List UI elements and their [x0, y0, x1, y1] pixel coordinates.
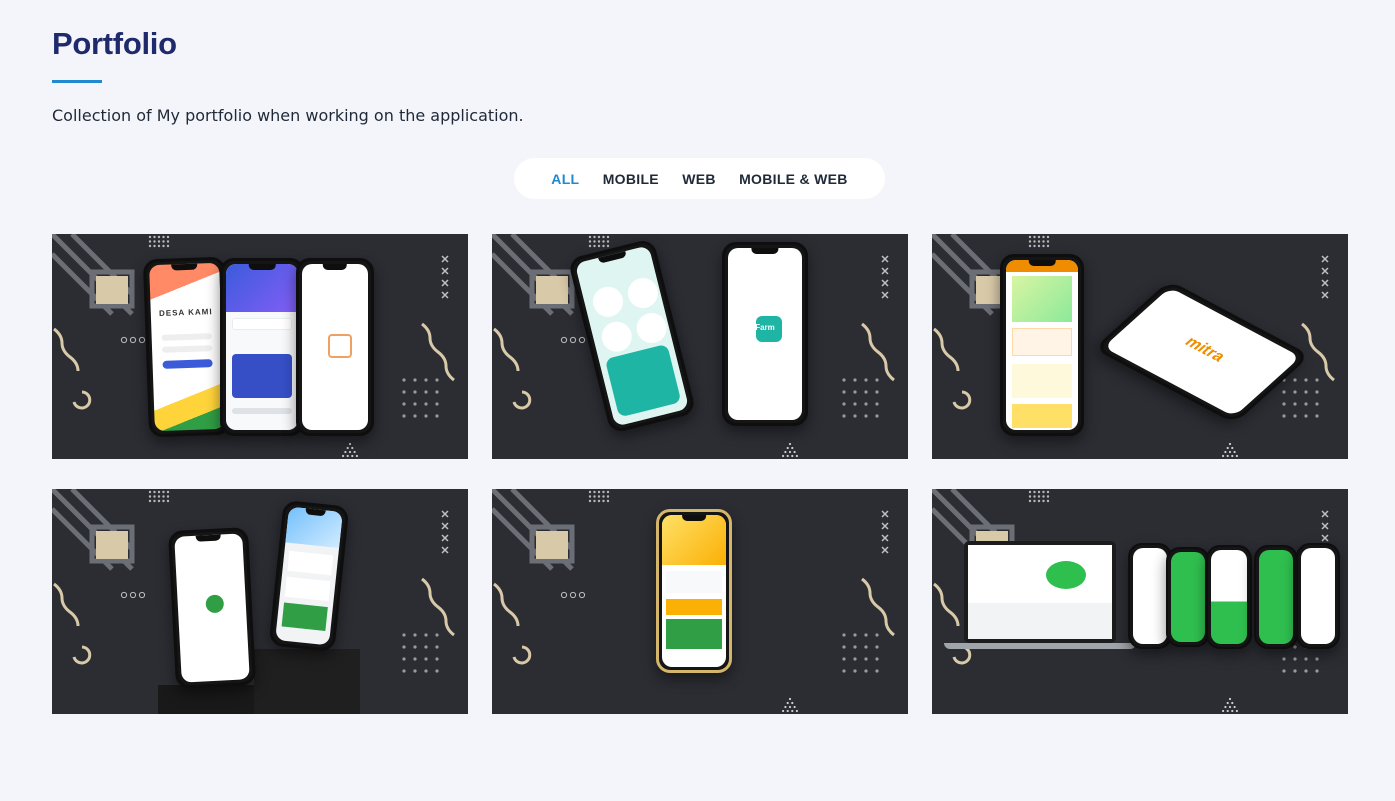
filter-tab-mobile[interactable]: MOBILE — [603, 171, 659, 187]
phone-mockup — [296, 258, 374, 436]
filter-tab-web[interactable]: WEB — [682, 171, 716, 187]
app-name: DESA KAMI — [158, 307, 213, 318]
portfolio-grid: DESA KAMI Farm mitra — [52, 234, 1348, 714]
phone-mockup — [1166, 547, 1210, 647]
phone-mockup — [220, 258, 304, 436]
page-title: Portfolio — [52, 26, 177, 61]
phone-mockup: Farm — [722, 242, 808, 426]
app-name: Farm — [755, 323, 775, 332]
phone-mockup — [167, 527, 257, 689]
portfolio-card-desa-kami[interactable]: DESA KAMI — [52, 234, 468, 459]
phone-mockup — [1254, 545, 1298, 649]
phone-mockup — [656, 509, 732, 673]
page-subtitle: Collection of My portfolio when working … — [52, 106, 524, 125]
portfolio-filter: ALL MOBILE WEB MOBILE & WEB — [514, 158, 885, 199]
phone-mockup — [1000, 254, 1084, 436]
card-decoration — [492, 234, 895, 458]
filter-tab-mobile-web[interactable]: MOBILE & WEB — [739, 171, 848, 187]
portfolio-card-mitra[interactable]: mitra — [932, 234, 1348, 459]
portfolio-card-6[interactable] — [932, 489, 1348, 714]
portfolio-card-farm[interactable]: Farm — [492, 234, 908, 459]
filter-tab-all[interactable]: ALL — [551, 171, 579, 187]
phone-mockup: DESA KAMI — [142, 256, 232, 438]
laptop-mockup — [964, 541, 1116, 643]
phone-mockup — [1296, 543, 1340, 649]
portfolio-card-5[interactable] — [492, 489, 908, 714]
title-underline — [52, 80, 102, 83]
phone-mockup — [1206, 545, 1252, 649]
portfolio-card-4[interactable] — [52, 489, 468, 714]
